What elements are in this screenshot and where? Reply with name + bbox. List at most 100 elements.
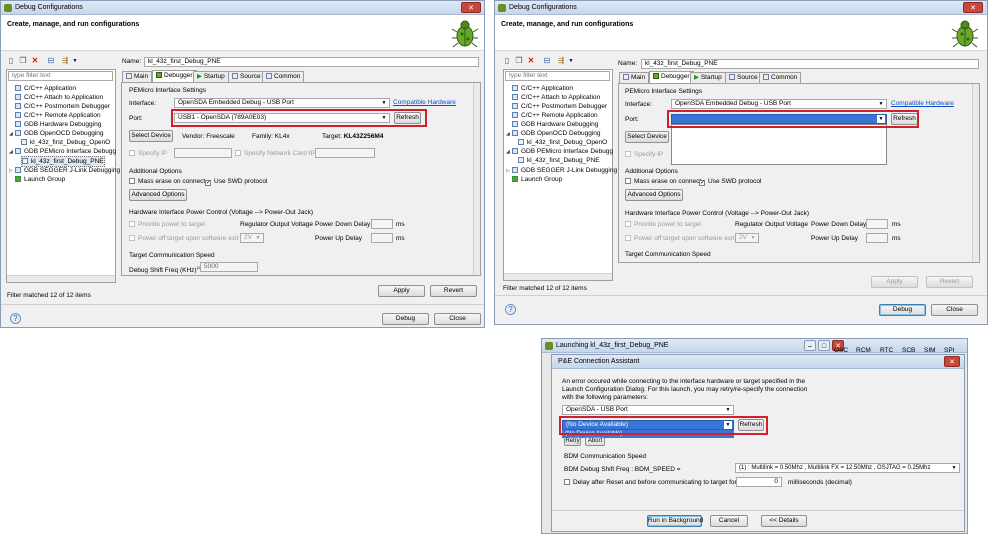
collapse-icon[interactable]: ⊟ [543,57,551,65]
right-window-close-button[interactable]: ✕ [963,2,983,13]
tree-item[interactable]: Launch Group [506,175,562,184]
apply-button[interactable]: Apply [378,285,425,297]
specify-ip-checkbox[interactable]: Specify IP [129,149,167,158]
provide-power-checkbox[interactable]: Provide power to target [129,220,205,229]
specify-ip-checkbox[interactable]: Specify IP [625,150,663,159]
run-in-background-button[interactable]: Run in Background [647,515,703,527]
duplicate-icon[interactable]: ❐ [515,57,523,65]
tree-h-scrollbar[interactable] [504,273,612,280]
compatible-hardware-link[interactable]: Compatible Hardware [891,100,954,107]
duplicate-icon[interactable]: ❐ [19,57,27,65]
delete-icon[interactable]: ✕ [527,57,535,65]
maximize-button[interactable]: □ [818,340,830,351]
tree-item[interactable]: Launch Group [9,175,65,184]
delay-after-reset-checkbox[interactable]: Delay after Reset and before communicati… [564,478,737,487]
left-name-field[interactable]: kl_43z_first_Debug_PNE [144,57,479,67]
power-off-checkbox[interactable]: Power off target upon software exit [129,234,238,243]
debug-button[interactable]: Debug [382,313,429,325]
select-device-button[interactable]: Select Device [625,131,669,143]
tree-item[interactable]: kl_43z_first_Debug_OpenO [518,138,607,147]
tree-item[interactable]: GDB Hardware Debugging [9,120,101,129]
compatible-hardware-link[interactable]: Compatible Hardware [393,99,456,106]
filter-icon[interactable]: ⇶ [557,57,565,65]
tree-item[interactable]: GDB Hardware Debugging [506,120,598,129]
tab-source[interactable]: Source [228,71,265,82]
power-down-delay-field[interactable] [866,219,888,229]
power-up-delay-field[interactable] [866,233,888,243]
collapse-icon[interactable]: ⊟ [47,57,55,65]
close-button[interactable]: Close [931,304,978,316]
help-icon[interactable]: ? [505,304,516,315]
close-button[interactable]: Close [434,313,481,325]
tree-item[interactable]: C/C++ Application [9,84,76,93]
select-device-button[interactable]: Select Device [129,130,173,142]
bug-icon [451,20,479,48]
revert-button[interactable]: Revert [430,285,477,297]
tree-item[interactable]: C/C++ Remote Application [506,111,598,120]
tab-startup[interactable]: ▶ Startup [193,71,229,82]
network-card-ip-field[interactable] [315,148,375,158]
pe-interface-select[interactable]: OpenSDA - USB Port ▼ [562,405,734,415]
debug-shift-field[interactable]: 5000 [200,262,258,272]
power-off-checkbox[interactable]: Power off target upon software exit [625,234,734,243]
voltage-select[interactable]: 2V ▼ [735,233,759,243]
content-v-scrollbar[interactable] [972,84,979,262]
tab-common[interactable]: Common [759,72,802,83]
cancel-button[interactable]: Cancel [710,515,748,527]
new-config-icon[interactable]: ▯ [503,57,511,65]
tree-item[interactable]: C/C++ Postmortem Debugger [9,102,110,111]
right-name-field[interactable]: kl_43z_first_Debug_PNE [641,59,979,69]
right-filter-input[interactable]: type filter text [505,71,610,81]
tab-debugger[interactable]: Debugger [649,71,694,83]
tree-item[interactable]: C/C++ Postmortem Debugger [506,102,607,111]
power-up-delay-field[interactable] [371,233,393,243]
filter-menu-icon[interactable]: ▼ [567,57,575,65]
filter-icon[interactable]: ⇶ [61,57,69,65]
minimize-button[interactable]: – [804,340,816,351]
apply-button[interactable]: Apply [871,276,918,288]
help-icon[interactable]: ? [10,313,21,324]
tree-item[interactable]: C/C++ Attach to Application [9,93,103,102]
tab-common[interactable]: Common [262,71,305,82]
tab-source[interactable]: Source [725,72,762,83]
pe-dialog-close-button[interactable]: ✕ [944,356,960,367]
interface-select[interactable]: OpenSDA Embedded Debug - USB Port ▼ [174,98,390,108]
power-down-delay-field[interactable] [371,219,393,229]
abort-button[interactable]: Abort [585,437,605,446]
tab-debugger[interactable]: Debugger [152,70,197,82]
bdm-speed-select[interactable]: (1) : Multilink = 0.50Mhz , Multilink FX… [735,463,960,473]
tab-main[interactable]: Main [122,71,153,82]
tree-item[interactable]: kl_43z_first_Debug_OpenO [21,138,110,147]
details-button[interactable]: << Details [761,515,807,527]
delay-field[interactable]: 0 [736,477,782,487]
tree-item-selected[interactable]: kl_43z_first_Debug_PNE [518,156,600,165]
use-swd-checkbox[interactable]: ✓ Use SWD protocol [205,177,267,186]
revert-button[interactable]: Revert [926,276,973,288]
specify-ip-field[interactable] [174,148,232,158]
interface-select[interactable]: OpenSDA Embedded Debug - USB Port ▼ [671,99,887,109]
advanced-options-button[interactable]: Advanced Options [625,189,683,201]
tree-item[interactable]: C/C++ Application [506,84,573,93]
tree-item[interactable]: C/C++ Attach to Application [506,93,600,102]
new-config-icon[interactable]: ▯ [7,57,15,65]
advanced-options-button[interactable]: Advanced Options [129,189,187,201]
mass-erase-checkbox[interactable]: Mass erase on connect [625,177,701,186]
delete-icon[interactable]: ✕ [31,57,39,65]
port-dropdown-list[interactable] [671,124,887,165]
filter-menu-icon[interactable]: ▼ [71,57,79,65]
content-v-scrollbar[interactable] [473,83,480,275]
tab-main[interactable]: Main [619,72,650,83]
tree-h-scrollbar[interactable] [7,275,115,282]
use-swd-checkbox[interactable]: ✓ Use SWD protocol [699,177,761,186]
debug-button[interactable]: Debug [879,304,926,316]
tab-startup[interactable]: ▶ Startup [690,72,726,83]
bg-tab: RCM [856,347,871,354]
mass-erase-checkbox[interactable]: Mass erase on connect [129,177,205,186]
left-window-close-button[interactable]: ✕ [461,2,481,13]
retry-button[interactable]: Retry [564,437,581,446]
tree-item[interactable]: C/C++ Remote Application [9,111,101,120]
voltage-select[interactable]: 2V ▼ [240,233,264,243]
left-filter-input[interactable]: type filter text [8,71,113,81]
provide-power-checkbox[interactable]: Provide power to target [625,220,701,229]
specify-network-card-checkbox[interactable]: Specify Network Card IP [235,149,315,158]
